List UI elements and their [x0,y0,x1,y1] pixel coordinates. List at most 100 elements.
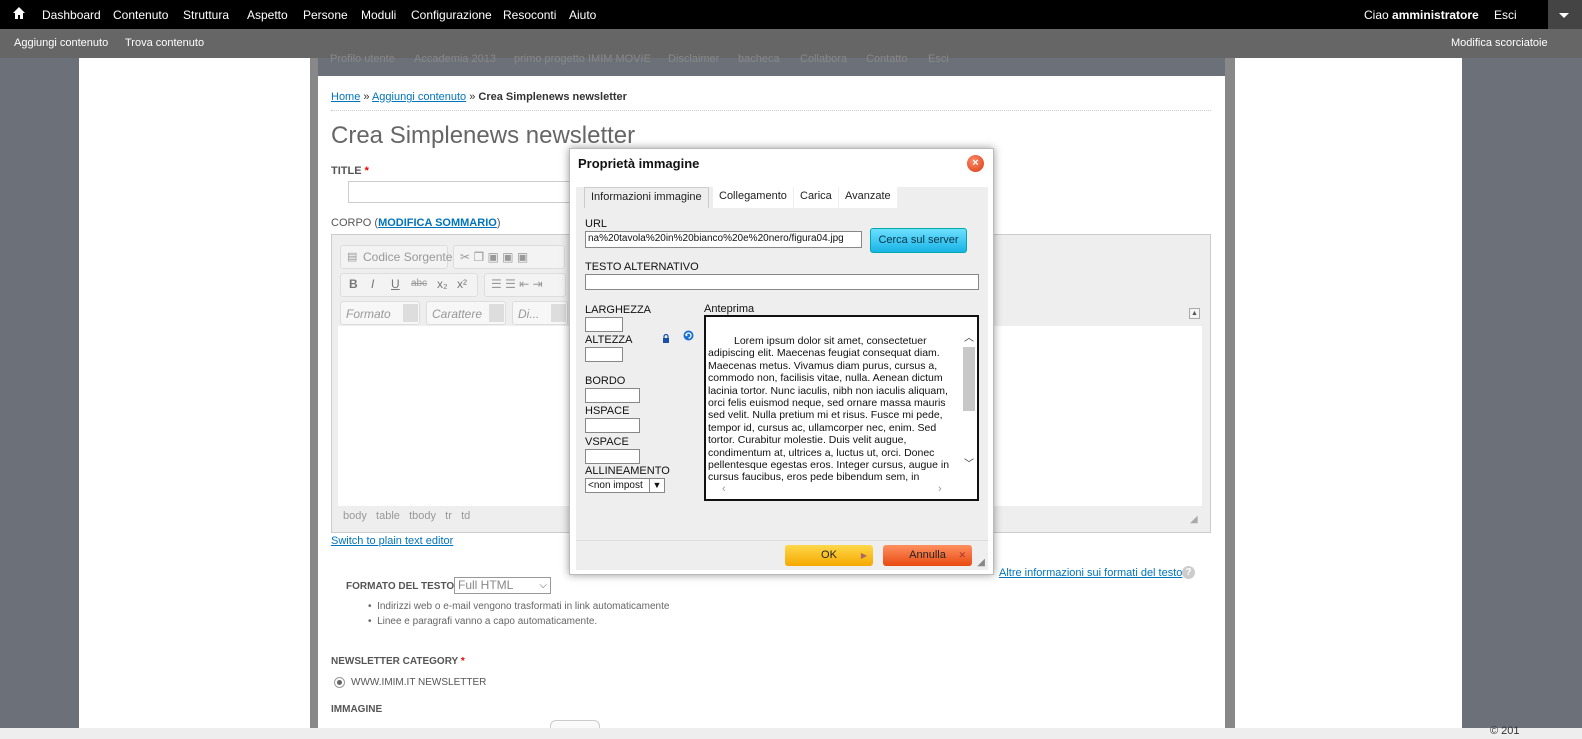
align-select-value: <non impost [588,480,643,491]
lock-ratio-icon[interactable] [662,332,670,343]
width-input[interactable] [585,317,623,332]
format-combo[interactable]: Formato [340,301,420,325]
tab-image-info[interactable]: Informazioni immagine [584,187,709,208]
shortcut-find-content[interactable]: Trova contenuto [125,37,204,49]
chevron-right-icon[interactable]: › [938,483,942,495]
format-select[interactable]: Full HTML ⌵ [454,577,551,594]
tab-upload[interactable]: Carica [794,187,838,208]
list-group[interactable]: ☰ ☰ ⇤ ⇥ [484,273,566,297]
logout-link[interactable]: Esci [1494,8,1517,22]
user-name[interactable]: amministratore [1392,8,1479,22]
format-tip-text: Indirizzi web o e-mail vengono trasforma… [377,601,670,612]
site-nav-item[interactable]: Esci [928,53,949,65]
style-group[interactable]: B I U abc x₂ x² [340,273,478,297]
dialog-resize-icon[interactable]: ◢ [977,557,985,568]
breadcrumb-current: Crea Simplenews newsletter [478,91,627,103]
strike-icon[interactable]: abc [411,278,427,289]
chevron-left-icon[interactable]: ‹ [722,483,726,495]
collapse-toolbar-icon[interactable]: ▲ [1189,308,1200,319]
format-more-info-link[interactable]: Altre informazioni sui formati del testo [999,567,1182,579]
italic-icon[interactable]: I [371,277,374,291]
chevron-down-icon[interactable]: ﹀ [964,455,974,470]
border-input[interactable] [585,388,640,403]
vspace-input[interactable] [585,449,640,464]
hspace-label: HSPACE [585,405,630,417]
image-label: IMMAGINE [331,704,383,715]
site-nav-item[interactable]: Accademia 2013 [414,53,496,65]
site-nav-item[interactable]: primo progetto IMIM MOVIE [514,53,651,65]
body-label-text: CORPO ( [331,217,379,229]
tab-advanced[interactable]: Avanzate [839,187,897,208]
chevron-down-icon: ▼ [649,479,664,492]
shortcut-toggle-button[interactable] [1548,0,1582,29]
border-label: BORDO [585,375,626,387]
path-item[interactable]: tr [445,510,452,522]
dialog-footer: OK ▶ Annulla ✕ ◢ [576,540,988,570]
source-icon: ▤ [347,251,358,263]
chevron-down-icon [403,304,418,322]
help-icon[interactable]: ? [1182,566,1195,579]
clipboard-group[interactable]: ✂ ❐ ▣ ▣ ▣ [453,245,565,269]
site-nav-item[interactable]: Profilo utente [330,53,395,65]
admin-menu-resoconti[interactable]: Resoconti [503,8,556,22]
site-nav-item[interactable]: Contatto [866,53,908,65]
category-radio[interactable] [334,677,345,688]
path-item[interactable]: td [461,510,470,522]
scroll-thumb[interactable] [963,347,975,411]
title-label: TITLE * [331,165,369,177]
admin-menu-dashboard[interactable]: Dashboard [42,8,101,22]
bold-icon[interactable]: B [349,277,358,291]
breadcrumb-home[interactable]: Home [331,91,360,103]
chevron-down-icon [551,304,566,322]
path-item[interactable]: tbody [409,510,436,522]
source-button[interactable]: ▤ Codice Sorgente [340,245,452,269]
cancel-button[interactable]: Annulla ✕ [883,545,972,566]
title-input[interactable] [348,181,570,203]
admin-menu-configurazione[interactable]: Configurazione [411,8,492,22]
format-tip-text: Linee e paragrafi vanno a capo automatic… [377,616,598,627]
url-label: URL [585,218,608,230]
ok-button[interactable]: OK ▶ [785,545,873,566]
path-item[interactable]: body [343,510,367,522]
hspace-input[interactable] [585,418,640,433]
browse-server-button[interactable]: Cerca sul server [870,228,967,253]
font-combo[interactable]: Carattere [426,301,506,325]
edit-shortcuts-link[interactable]: Modifica scorciatoie [1451,37,1548,49]
resize-handle-icon[interactable]: ◢ [1190,514,1198,525]
close-icon[interactable]: × [967,155,984,172]
path-item[interactable]: table [376,510,400,522]
admin-menu-struttura[interactable]: Struttura [183,8,229,22]
site-nav-item[interactable]: Collabora [800,53,847,65]
size-combo[interactable]: Di... [512,301,568,325]
alt-text-input[interactable] [585,274,979,290]
category-label: NEWSLETTER CATEGORY * [331,656,465,667]
site-nav-item[interactable]: bacheca [738,53,780,65]
superscript-icon[interactable]: x² [457,277,467,291]
body-label-end: ) [496,217,501,229]
admin-menu-aiuto[interactable]: Aiuto [569,8,596,22]
breadcrumb-add-content[interactable]: Aggiungi contenuto [372,91,466,103]
height-input[interactable] [585,347,623,362]
switch-plain-editor-link[interactable]: Switch to plain text editor [331,535,453,547]
preview-scrollbar[interactable]: ︿ ﹀ [961,317,977,499]
chevron-up-icon[interactable]: ︿ [964,329,974,344]
preview-text: Lorem ipsum dolor sit amet, consectetuer… [708,335,962,484]
tab-link[interactable]: Collegamento [713,187,793,208]
subscript-icon[interactable]: x₂ [437,277,448,291]
site-nav-item[interactable]: Disclaimer [668,53,719,65]
align-select[interactable]: <non impost ▼ [585,478,665,493]
align-label: ALLINEAMENTO [585,465,670,477]
image-upload-button[interactable] [550,720,600,728]
edit-summary-link[interactable]: MODIFICA SOMMARIO [378,217,497,229]
admin-menu-aspetto[interactable]: Aspetto [247,8,288,22]
reset-size-icon[interactable] [683,330,694,341]
home-icon[interactable] [12,6,26,20]
admin-menu-persone[interactable]: Persone [303,8,348,22]
url-input[interactable]: na%20tavola%20in%20bianco%20e%20nero/fig… [585,231,862,248]
underline-icon[interactable]: U [391,277,400,291]
admin-menu-contenuto[interactable]: Contenuto [113,8,168,22]
admin-menu-moduli[interactable]: Moduli [361,8,396,22]
format-label: FORMATO DEL TESTO [346,581,455,592]
shortcut-add-content[interactable]: Aggiungi contenuto [14,37,108,49]
radio-dot-icon [337,680,342,685]
